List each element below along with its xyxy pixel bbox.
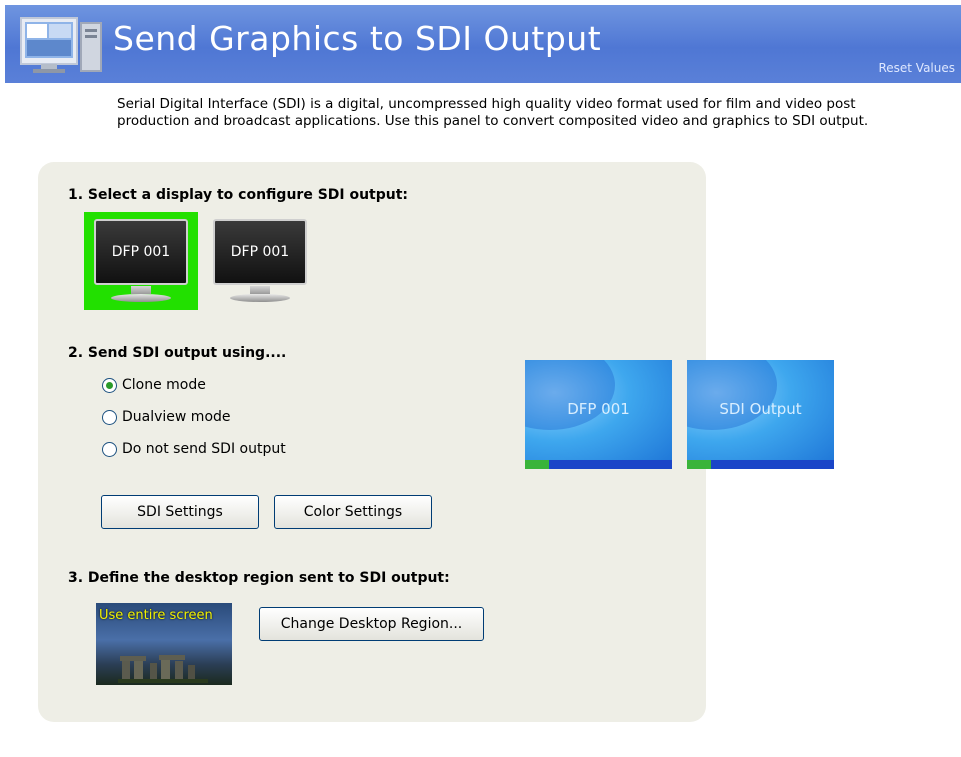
wallpaper-sheen bbox=[525, 360, 615, 430]
monitor-base bbox=[230, 294, 290, 302]
section-1-title: 1. Select a display to configure SDI out… bbox=[68, 187, 409, 203]
color-settings-button[interactable]: Color Settings bbox=[274, 495, 432, 529]
display-option-1[interactable]: DFP 001 bbox=[84, 212, 198, 310]
section-3-title: 3. Define the desktop region sent to SDI… bbox=[68, 570, 450, 586]
radio-button[interactable] bbox=[102, 377, 117, 393]
radio-no-sdi-output[interactable]: Do not send SDI output bbox=[102, 441, 286, 457]
radio-dualview-mode[interactable]: Dualview mode bbox=[102, 409, 231, 425]
monitor-stand bbox=[250, 286, 270, 294]
monitor-stand bbox=[131, 286, 151, 294]
start-button-icon bbox=[687, 460, 711, 469]
description-text: Serial Digital Interface (SDI) is a digi… bbox=[117, 96, 869, 129]
monitor-base bbox=[111, 294, 171, 302]
start-button-icon bbox=[525, 460, 549, 469]
sdi-settings-button[interactable]: SDI Settings bbox=[101, 495, 259, 529]
preview-label: SDI Output bbox=[719, 400, 802, 418]
radio-label: Clone mode bbox=[122, 377, 206, 393]
stonehenge-icon bbox=[118, 655, 208, 683]
desktop-region-thumbnail: Use entire screen bbox=[96, 603, 232, 685]
radio-button[interactable] bbox=[102, 441, 117, 457]
preview-sdi-output: SDI Output bbox=[687, 360, 834, 469]
wallpaper-sheen bbox=[687, 360, 777, 430]
radio-label: Dualview mode bbox=[122, 409, 231, 425]
display-label: DFP 001 bbox=[94, 219, 188, 285]
section-2-title: 2. Send SDI output using.... bbox=[68, 345, 287, 361]
preview-dfp-output: DFP 001 bbox=[525, 360, 672, 469]
display-settings-icon bbox=[19, 15, 105, 75]
preview-label: DFP 001 bbox=[567, 400, 630, 418]
radio-label: Do not send SDI output bbox=[122, 441, 286, 457]
page-header: Send Graphics to SDI Output Reset Values bbox=[5, 5, 961, 83]
change-desktop-region-button[interactable]: Change Desktop Region... bbox=[259, 607, 484, 641]
page-title: Send Graphics to SDI Output bbox=[113, 19, 602, 58]
display-label: DFP 001 bbox=[213, 219, 307, 285]
radio-button[interactable] bbox=[102, 409, 117, 425]
radio-clone-mode[interactable]: Clone mode bbox=[102, 377, 206, 393]
thumbnail-label: Use entire screen bbox=[99, 608, 213, 623]
reset-values-link[interactable]: Reset Values bbox=[878, 61, 955, 75]
display-option-2[interactable]: DFP 001 bbox=[203, 212, 317, 310]
